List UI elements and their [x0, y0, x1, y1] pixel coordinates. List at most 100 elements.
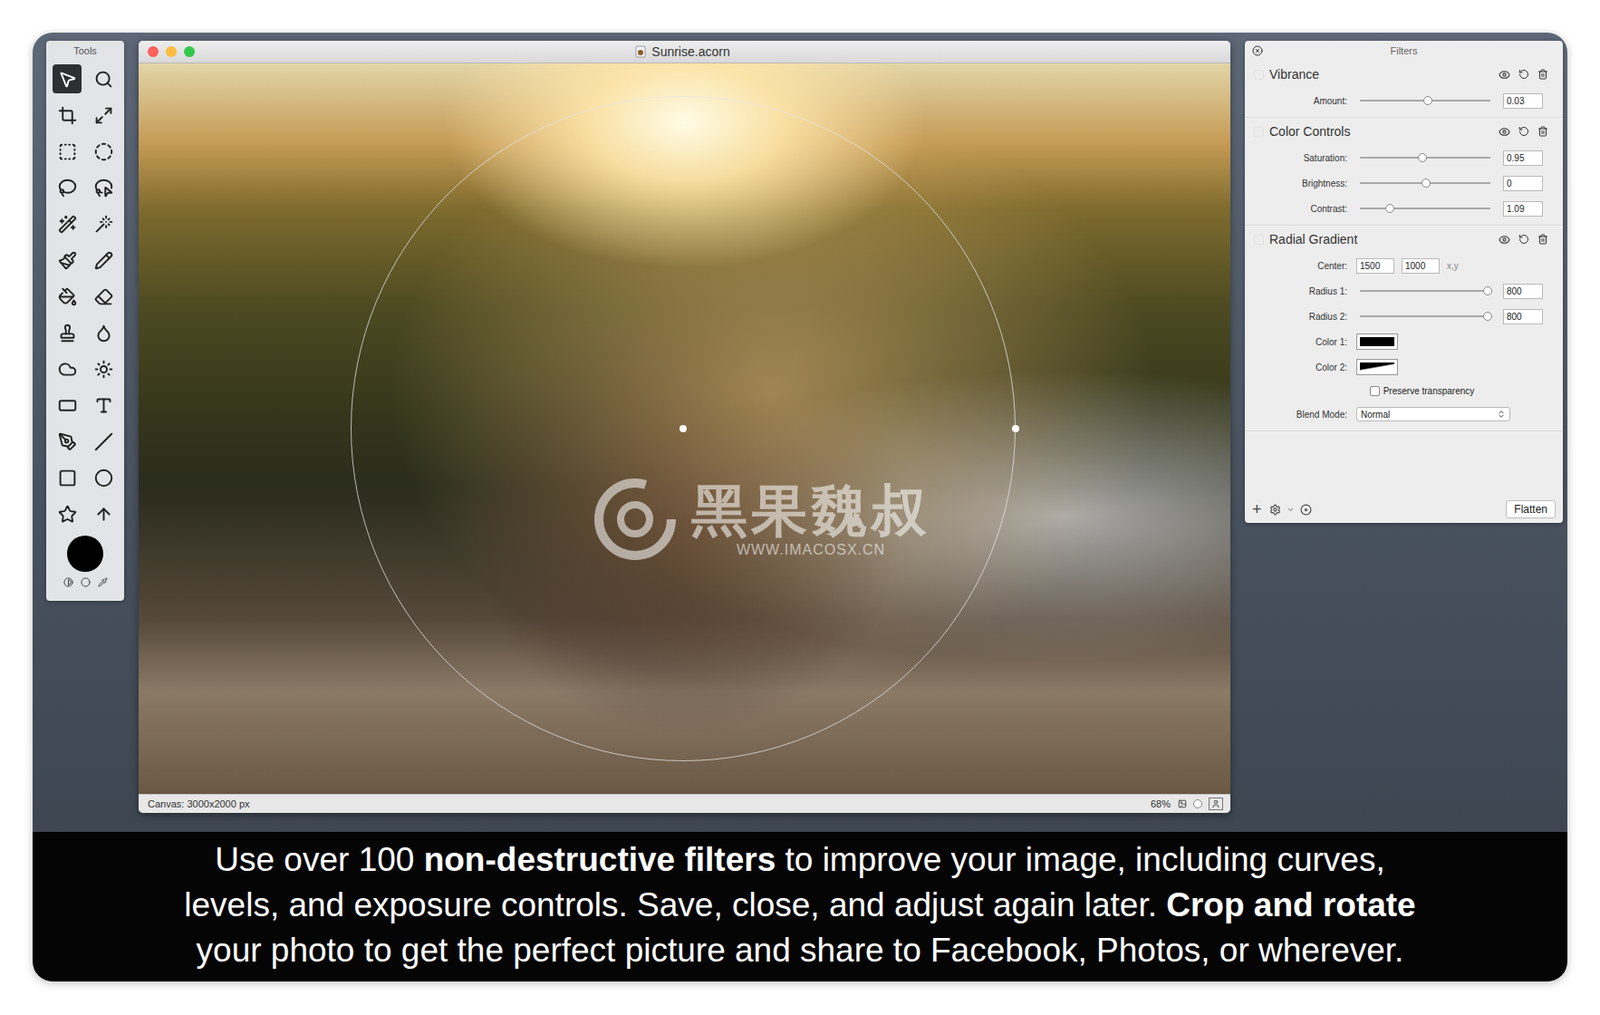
dropdown-icon[interactable] — [1286, 505, 1295, 514]
gear-icon[interactable] — [1269, 503, 1282, 516]
tool-button[interactable] — [52, 499, 82, 529]
value-field[interactable]: 0 — [1503, 175, 1543, 192]
close-button[interactable] — [147, 46, 159, 58]
param-row: Brightness:0 — [1244, 170, 1563, 196]
param-slider[interactable] — [1359, 315, 1491, 318]
checkbox[interactable] — [1369, 385, 1380, 396]
param-row: Contrast: 1.09 — [1244, 195, 1563, 222]
tool-button[interactable] — [88, 209, 118, 239]
fit-button[interactable] — [1208, 797, 1224, 810]
tool-button[interactable] — [52, 281, 82, 311]
eyedropper-icon[interactable] — [97, 577, 108, 588]
tool-button[interactable] — [52, 354, 82, 384]
tool-button[interactable] — [52, 173, 82, 203]
window-title: Sunrise.acorn — [194, 44, 1171, 59]
tool-button[interactable] — [52, 245, 82, 275]
trash-icon[interactable] — [1537, 233, 1549, 245]
value-field[interactable]: 800 — [1503, 283, 1543, 299]
tool-icon — [57, 69, 78, 89]
flatten-button[interactable]: Flatten — [1505, 500, 1556, 519]
tool-button[interactable] — [52, 462, 82, 492]
tool-button[interactable] — [88, 281, 118, 311]
param-slider[interactable] — [1359, 99, 1491, 102]
tool-button[interactable] — [88, 499, 118, 529]
swap-colors-icon[interactable] — [63, 577, 74, 588]
x-field[interactable]: 1500 — [1356, 258, 1395, 274]
minimize-button[interactable] — [165, 46, 177, 58]
param-slider[interactable] — [1359, 156, 1491, 159]
trash-icon[interactable] — [1537, 68, 1549, 80]
eye-icon[interactable] — [1498, 125, 1511, 138]
tool-button[interactable] — [88, 173, 118, 203]
value-field[interactable]: 800 — [1503, 308, 1543, 325]
default-colors-icon[interactable] — [80, 577, 91, 588]
disc-icon[interactable] — [1300, 503, 1312, 516]
zoom-button[interactable] — [183, 46, 195, 58]
param-slider[interactable] — [1359, 182, 1491, 184]
reset-icon[interactable] — [1518, 233, 1530, 245]
checkbox-row[interactable]: Preserve transparency — [1244, 379, 1563, 402]
tool-button[interactable] — [88, 245, 118, 275]
slider-thumb[interactable] — [1193, 799, 1203, 809]
promo-card: ToolsSunrise.acorn黑果魏叔WWW.IMACOSX.CNCanv… — [32, 32, 1568, 982]
tool-button[interactable] — [88, 318, 118, 347]
slider-thumb[interactable] — [1417, 153, 1427, 163]
swatch-fill — [1359, 337, 1395, 347]
tool-button[interactable] — [52, 390, 82, 420]
tool-icon — [57, 359, 78, 379]
param-row: Blend Mode: Normal — [1244, 401, 1563, 427]
tool-button[interactable] — [88, 426, 118, 456]
color-swatch[interactable] — [1356, 358, 1398, 376]
caption-text: levels, and exposure controls. Save, clo… — [183, 886, 1167, 924]
tool-button[interactable] — [52, 136, 82, 166]
reset-icon[interactable] — [1518, 125, 1530, 137]
param-slider[interactable] — [1359, 289, 1491, 292]
radius-handle[interactable] — [1012, 424, 1020, 433]
blend-mode-select[interactable]: Normal — [1356, 406, 1511, 422]
value-field[interactable]: 1.09 — [1503, 201, 1543, 217]
y-field[interactable]: 1000 — [1401, 258, 1440, 274]
filter-checkbox[interactable] — [1253, 126, 1264, 137]
slider-thumb[interactable] — [1421, 178, 1431, 188]
slider-thumb[interactable] — [1483, 286, 1493, 296]
tool-button[interactable] — [52, 100, 82, 130]
slider-thumb[interactable] — [1385, 203, 1395, 213]
trash-icon[interactable] — [1537, 125, 1549, 137]
color-swatch[interactable] — [1356, 333, 1398, 350]
filter-header: Color Controls — [1244, 117, 1563, 145]
title-bar: Sunrise.acorn — [138, 40, 1231, 64]
reset-icon[interactable] — [1518, 68, 1530, 80]
param-slider[interactable] — [1359, 207, 1491, 210]
close-icon[interactable] — [1252, 45, 1263, 57]
add-filter-button[interactable]: + — [1252, 501, 1263, 518]
tool-button[interactable] — [52, 318, 82, 347]
value-field[interactable]: 0.95 — [1503, 150, 1543, 166]
tool-button[interactable] — [52, 64, 82, 94]
param-label: Radius 1: — [1244, 286, 1348, 297]
desktop: ToolsSunrise.acorn黑果魏叔WWW.IMACOSX.CNCanv… — [32, 32, 1568, 832]
param-label: Contrast: — [1244, 203, 1348, 214]
tool-button[interactable] — [88, 354, 118, 384]
tool-button[interactable] — [88, 462, 118, 492]
filter-checkbox[interactable] — [1253, 234, 1264, 245]
tool-button[interactable] — [88, 390, 118, 420]
point-fields: 15001000x,y — [1356, 258, 1494, 274]
param-label: Blend Mode: — [1244, 409, 1348, 420]
slider-thumb[interactable] — [1483, 311, 1493, 321]
slider-thumb[interactable] — [1423, 96, 1433, 106]
color-well[interactable] — [67, 535, 104, 572]
filter-checkbox[interactable] — [1253, 69, 1264, 80]
eye-icon[interactable] — [1498, 233, 1511, 246]
param-row: Radius 1: 800 — [1244, 278, 1563, 304]
tool-icon — [94, 250, 114, 270]
tool-button[interactable] — [88, 100, 118, 130]
tool-button[interactable] — [52, 426, 82, 456]
value-field[interactable]: 0.03 — [1503, 93, 1543, 109]
tool-button[interactable] — [52, 209, 82, 239]
center-handle[interactable] — [679, 424, 687, 433]
watermark-texts: 黑果魏叔WWW.IMACOSX.CN — [691, 480, 931, 559]
eye-icon[interactable] — [1498, 68, 1511, 81]
tool-button[interactable] — [88, 64, 118, 94]
color-tools — [63, 577, 108, 588]
tool-button[interactable] — [88, 136, 118, 166]
